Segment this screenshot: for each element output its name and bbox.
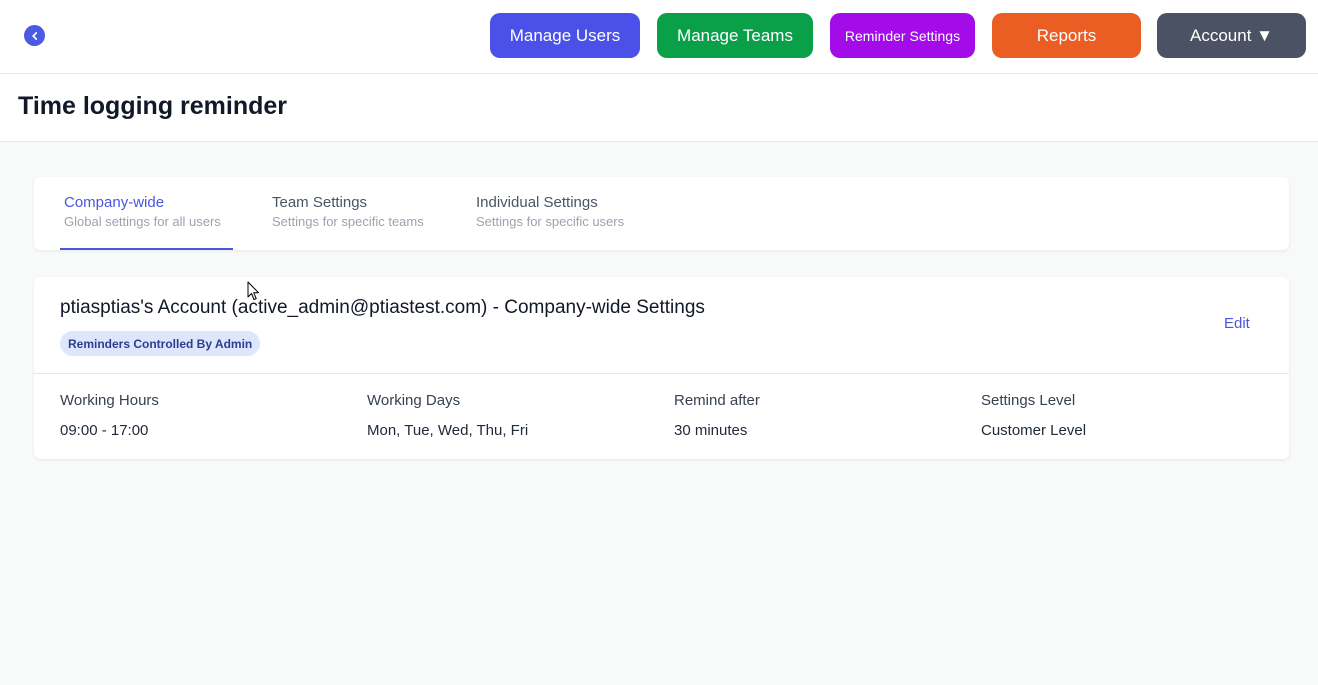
tab-team-settings[interactable]: Team Settings Settings for specific team… — [271, 177, 441, 250]
field-label: Remind after — [674, 392, 760, 409]
page-header: Time logging reminder — [0, 74, 1318, 142]
tab-subtitle: Settings for specific users — [476, 214, 625, 229]
field-value: 09:00 - 17:00 — [60, 422, 149, 439]
reminder-settings-button[interactable]: Reminder Settings — [830, 13, 975, 58]
top-navigation-bar: Manage Users Manage Teams Reminder Setti… — [0, 0, 1318, 74]
working-hours-field: Working Hours 09:00 - 17:00 — [60, 392, 159, 439]
field-label: Working Days — [367, 392, 461, 409]
field-label: Settings Level — [981, 392, 1076, 409]
chevron-left-icon — [31, 31, 37, 40]
manage-users-button[interactable]: Manage Users — [490, 13, 640, 58]
account-menu-button[interactable]: Account ▼ — [1157, 13, 1306, 58]
back-button[interactable] — [24, 25, 45, 46]
status-badge: Reminders Controlled By Admin — [60, 331, 261, 356]
page-title: Time logging reminder — [18, 92, 288, 120]
card-title: ptiasptias's Account (active_admin@ptias… — [60, 297, 705, 318]
divider — [34, 373, 1289, 374]
settings-level-field: Settings Level Customer Level — [981, 392, 1086, 439]
field-value: Mon, Tue, Wed, Thu, Fri — [367, 422, 529, 439]
field-value: 30 minutes — [674, 422, 748, 439]
tab-individual-settings[interactable]: Individual Settings Settings for specifi… — [476, 177, 646, 250]
remind-after-field: Remind after 30 minutes — [674, 392, 760, 439]
tab-subtitle: Settings for specific teams — [272, 214, 424, 229]
tab-title: Team Settings — [272, 194, 368, 211]
settings-tabs: Company-wide Global settings for all use… — [34, 177, 1289, 250]
tab-title: Company-wide — [64, 194, 165, 211]
company-settings-card: ptiasptias's Account (active_admin@ptias… — [34, 277, 1289, 459]
tab-company-wide[interactable]: Company-wide Global settings for all use… — [60, 177, 233, 250]
mouse-pointer-icon — [247, 281, 259, 300]
field-value: Customer Level — [981, 422, 1087, 439]
tab-title: Individual Settings — [476, 194, 598, 211]
working-days-field: Working Days Mon, Tue, Wed, Thu, Fri — [367, 392, 528, 439]
manage-teams-button[interactable]: Manage Teams — [657, 13, 813, 58]
edit-link[interactable]: Edit — [1224, 315, 1250, 332]
tab-subtitle: Global settings for all users — [64, 214, 221, 229]
field-label: Working Hours — [60, 392, 159, 409]
reports-button[interactable]: Reports — [992, 13, 1141, 58]
